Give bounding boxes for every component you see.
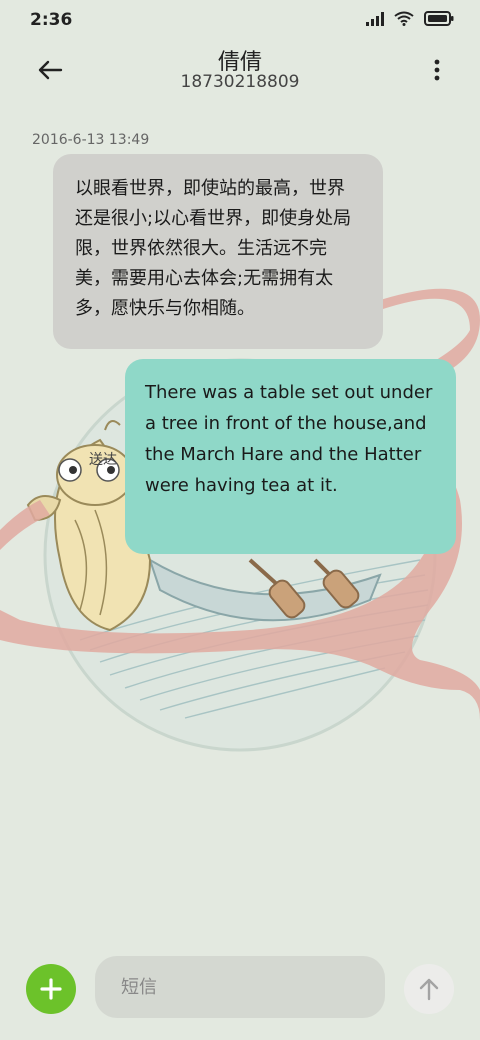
- add-attachment-button[interactable]: [26, 964, 76, 1014]
- message-timestamp: 2016-6-13 13:49: [32, 132, 150, 148]
- message-composer: [0, 950, 480, 1040]
- incoming-message-bubble[interactable]: 以眼看世界，即使站的最高，世界还是很小;以心看世界，即使身处局限，世界依然很大。…: [53, 154, 383, 349]
- plus-icon: [40, 978, 62, 1000]
- outgoing-message-bubble[interactable]: There was a table set out under a tree i…: [125, 359, 456, 554]
- send-arrow-up-icon: [419, 978, 439, 1001]
- send-button[interactable]: [404, 964, 454, 1014]
- sms-input[interactable]: [95, 956, 385, 1018]
- sent-status-label: 送达: [89, 452, 117, 468]
